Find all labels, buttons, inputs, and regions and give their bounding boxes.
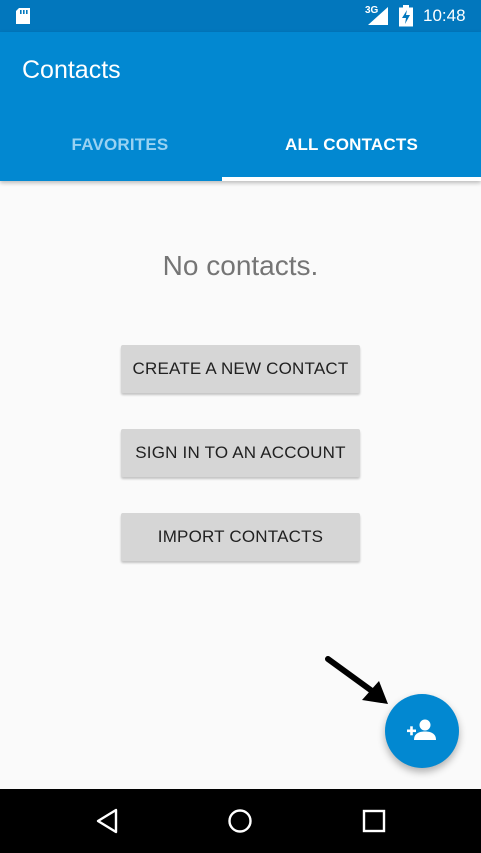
sign-in-account-button[interactable]: SIGN IN TO AN ACCOUNT <box>121 429 360 477</box>
recents-icon[interactable] <box>360 807 388 835</box>
app-bar: Contacts FAVORITES ALL CONTACTS <box>0 32 481 181</box>
tab-indicator <box>222 177 481 181</box>
clock: 10:48 <box>423 6 466 25</box>
add-contact-fab[interactable] <box>385 694 459 768</box>
sd-card-icon <box>16 8 30 24</box>
navigation-bar <box>0 789 481 853</box>
import-contacts-button[interactable]: IMPORT CONTACTS <box>121 513 360 561</box>
tab-all-contacts[interactable]: ALL CONTACTS <box>222 108 481 181</box>
battery-charging-icon <box>399 5 413 27</box>
empty-state-message: No contacts. <box>162 250 319 281</box>
signal-icon <box>368 7 388 25</box>
page-title: Contacts <box>22 56 121 84</box>
home-icon[interactable] <box>226 807 254 835</box>
back-icon[interactable] <box>93 807 121 835</box>
add-person-icon <box>407 719 436 740</box>
create-new-contact-button[interactable]: CREATE A NEW CONTACT <box>121 345 360 393</box>
pointer-arrow-icon <box>325 656 388 704</box>
tab-favorites[interactable]: FAVORITES <box>0 108 240 181</box>
status-bar: 3G 10:48 <box>0 0 481 32</box>
